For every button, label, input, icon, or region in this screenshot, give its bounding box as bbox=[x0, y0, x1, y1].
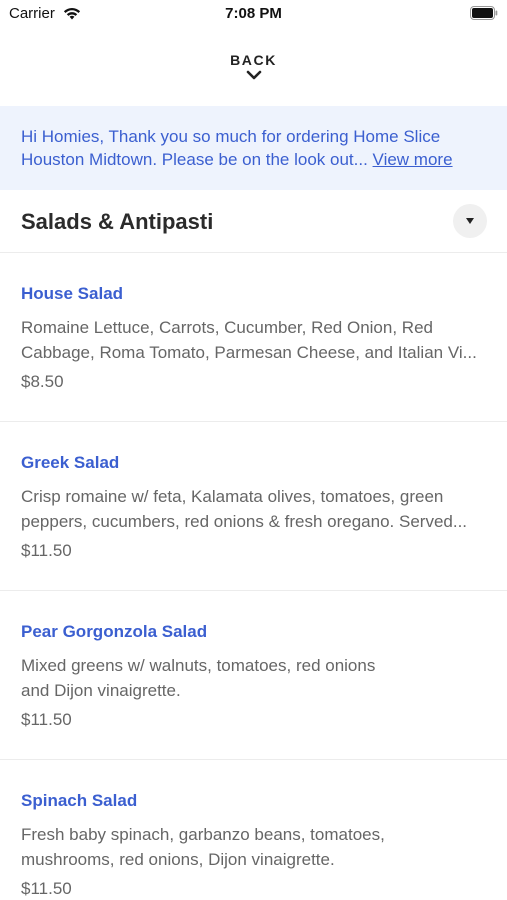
item-name: Greek Salad bbox=[21, 453, 120, 472]
item-name: Pear Gorgonzola Salad bbox=[21, 622, 208, 641]
view-more-link[interactable]: View more bbox=[373, 150, 453, 169]
chevron-down-icon bbox=[246, 70, 261, 80]
item-description: Romaine Lettuce, Carrots, Cucumber, Red … bbox=[21, 318, 477, 362]
menu-item[interactable]: Greek Salad Crisp romaine w/ feta, Kalam… bbox=[0, 422, 507, 591]
section-header: Salads & Antipasti bbox=[0, 190, 507, 253]
status-time: 7:08 PM bbox=[225, 5, 282, 22]
item-description: Crisp romaine w/ feta, Kalamata olives, … bbox=[21, 487, 468, 531]
item-description: Mixed greens w/ walnuts, tomatoes, red o… bbox=[21, 656, 376, 700]
status-bar: Carrier 7:08 PM bbox=[0, 0, 507, 30]
banner-text: Hi Homies, Thank you so much for orderin… bbox=[21, 125, 486, 171]
item-price: $11.50 bbox=[21, 710, 72, 729]
info-banner: Hi Homies, Thank you so much for orderin… bbox=[0, 106, 507, 190]
item-price: $11.50 bbox=[21, 879, 72, 898]
item-name: Spinach Salad bbox=[21, 791, 138, 810]
collapse-section-button[interactable] bbox=[453, 204, 487, 238]
caret-down-icon bbox=[466, 218, 474, 224]
back-label: BACK bbox=[230, 52, 277, 68]
menu-item[interactable]: Pear Gorgonzola Salad Mixed greens w/ wa… bbox=[0, 591, 507, 760]
item-price: $11.50 bbox=[21, 541, 72, 560]
menu-item[interactable]: House Salad Romaine Lettuce, Carrots, Cu… bbox=[0, 253, 507, 422]
item-description: Fresh baby spinach, garbanzo beans, toma… bbox=[21, 825, 385, 869]
section-title: Salads & Antipasti bbox=[21, 209, 214, 234]
menu-item[interactable]: Spinach Salad Fresh baby spinach, garban… bbox=[0, 760, 507, 900]
battery-icon bbox=[470, 6, 498, 20]
item-name: House Salad bbox=[21, 284, 124, 303]
back-button[interactable]: BACK bbox=[0, 52, 507, 92]
item-price: $8.50 bbox=[21, 372, 64, 391]
